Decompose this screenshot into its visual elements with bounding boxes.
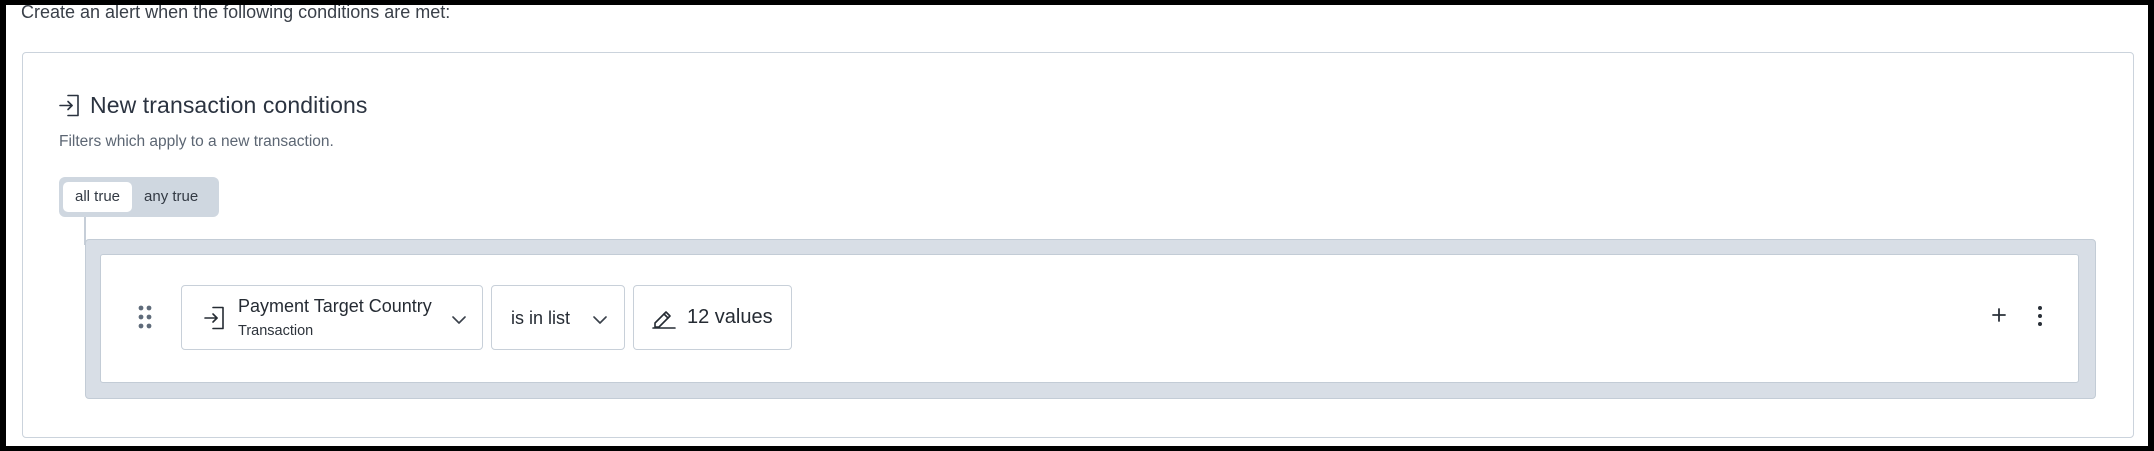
field-name: Payment Target Country	[238, 296, 432, 316]
toggle-all-true[interactable]: all true	[63, 182, 133, 212]
drag-handle-icon[interactable]	[138, 305, 152, 334]
pencil-icon	[652, 307, 676, 334]
edit-values-button[interactable]: 12 values	[633, 285, 792, 350]
operator-select[interactable]: is in list	[491, 285, 625, 350]
enter-icon	[204, 306, 225, 335]
condition-group: Payment Target Country Transaction is in…	[85, 239, 2096, 399]
toggle-any-true[interactable]: any true	[132, 182, 210, 212]
field-source: Transaction	[238, 323, 314, 339]
enter-icon	[59, 94, 80, 117]
intro-text: Create an alert when the following condi…	[21, 5, 451, 22]
match-mode-toggle: all true any true	[59, 177, 219, 217]
section-heading: New transaction conditions	[59, 92, 367, 119]
plus-icon[interactable]	[1988, 304, 2010, 326]
kebab-menu-icon[interactable]	[2033, 304, 2047, 328]
condition-row: Payment Target Country Transaction is in…	[100, 254, 2079, 383]
values-count: 12 values	[687, 306, 773, 328]
alert-builder-page: Create an alert when the following condi…	[6, 5, 2148, 446]
chevron-down-icon	[593, 312, 607, 330]
operator-label: is in list	[511, 308, 571, 328]
conditions-card: New transaction conditions Filters which…	[22, 52, 2134, 438]
chevron-down-icon	[452, 312, 466, 330]
section-title: New transaction conditions	[90, 92, 368, 118]
section-subtitle: Filters which apply to a new transaction…	[59, 133, 334, 150]
field-select[interactable]: Payment Target Country Transaction	[181, 285, 483, 350]
